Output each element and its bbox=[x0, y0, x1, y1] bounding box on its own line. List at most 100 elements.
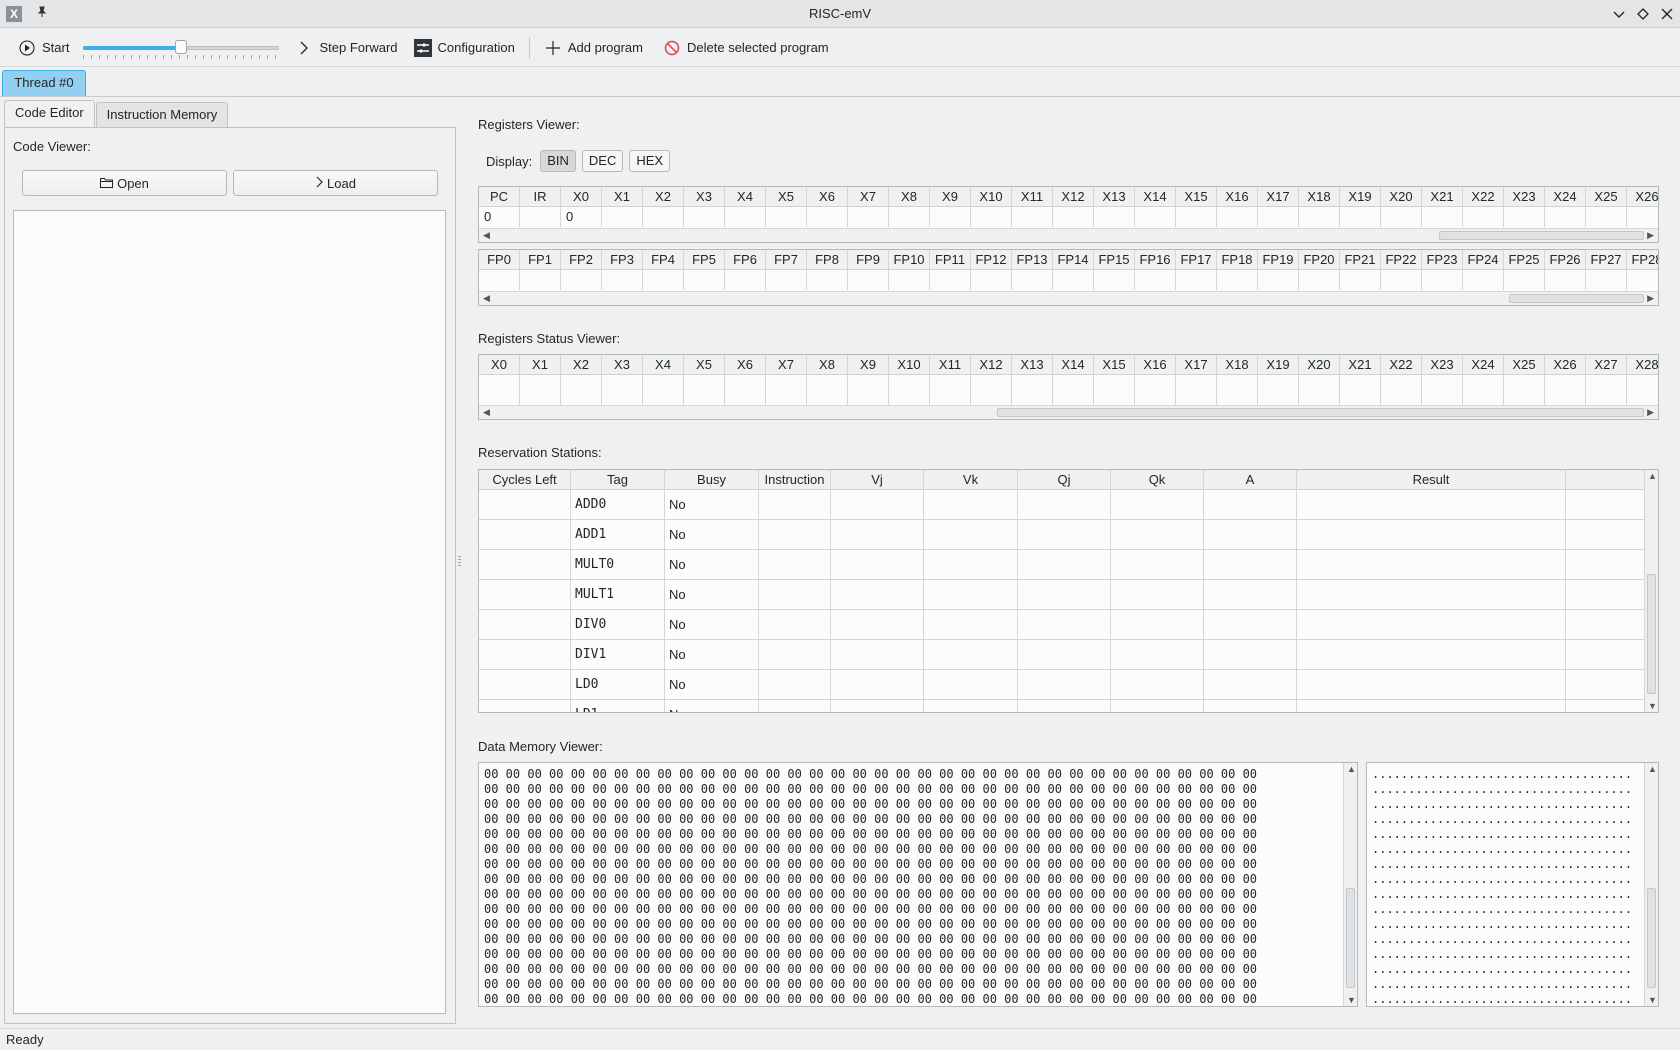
minimize-icon[interactable] bbox=[1612, 7, 1626, 21]
column-header[interactable]: Vk bbox=[924, 470, 1018, 489]
register-value bbox=[684, 375, 725, 405]
maximize-icon[interactable] bbox=[1636, 7, 1650, 21]
column-header[interactable]: Qj bbox=[1018, 470, 1111, 489]
speed-slider[interactable] bbox=[81, 35, 281, 61]
table-cell bbox=[479, 700, 571, 712]
arrow-down-icon[interactable]: ▼ bbox=[1347, 995, 1356, 1005]
register-value bbox=[1094, 375, 1135, 405]
arrow-down-icon[interactable]: ▼ bbox=[1648, 701, 1657, 711]
arrow-left-icon[interactable]: ◀ bbox=[483, 407, 490, 418]
close-icon[interactable] bbox=[1660, 7, 1674, 21]
register-value bbox=[1340, 375, 1381, 405]
scroll-thumb[interactable] bbox=[1647, 888, 1656, 988]
load-button[interactable]: Load bbox=[233, 170, 438, 196]
register-value bbox=[725, 270, 766, 290]
scroll-thumb[interactable] bbox=[1439, 231, 1644, 240]
open-button[interactable]: Open bbox=[22, 170, 227, 196]
vertical-scrollbar[interactable]: ▲ ▼ bbox=[1644, 763, 1658, 1006]
arrow-up-icon[interactable]: ▲ bbox=[1648, 471, 1657, 481]
table-row[interactable]: DIV1 No bbox=[479, 640, 1658, 670]
register-value bbox=[520, 207, 561, 227]
register-value bbox=[889, 375, 930, 405]
register-header: X0 bbox=[561, 187, 602, 207]
vertical-scrollbar[interactable]: ▲ ▼ bbox=[1343, 763, 1357, 1006]
memory-hex-view[interactable]: 00 00 00 00 00 00 00 00 00 00 00 00 00 0… bbox=[478, 762, 1358, 1007]
table-row[interactable]: ADD1 No bbox=[479, 520, 1658, 550]
register-header: X8 bbox=[889, 187, 930, 207]
table-cell bbox=[924, 520, 1018, 549]
arrow-up-icon[interactable]: ▲ bbox=[1347, 764, 1356, 774]
scroll-thumb[interactable] bbox=[1346, 888, 1355, 988]
column-header[interactable]: Instruction bbox=[759, 470, 831, 489]
register-value bbox=[1135, 270, 1176, 290]
arrow-down-icon[interactable]: ▼ bbox=[1648, 995, 1657, 1005]
column-header[interactable]: Qk bbox=[1111, 470, 1204, 489]
column-header[interactable]: Vj bbox=[831, 470, 924, 489]
step-forward-button[interactable]: Step Forward bbox=[287, 33, 405, 63]
horizontal-scrollbar[interactable]: ◀ ▶ bbox=[479, 291, 1658, 305]
configuration-button[interactable]: Configuration bbox=[406, 33, 523, 63]
memory-ascii-view[interactable]: .................................... ...… bbox=[1366, 762, 1659, 1007]
hex-button[interactable]: HEX bbox=[629, 150, 671, 172]
column-header[interactable]: Busy bbox=[665, 470, 759, 489]
table-header: Cycles Left Tag Busy Instruction Vj Vk Qj Qk A Re… bbox=[479, 470, 1658, 490]
table-row bbox=[479, 375, 1658, 405]
scroll-thumb[interactable] bbox=[1509, 294, 1644, 303]
slider-handle[interactable] bbox=[175, 39, 188, 54]
arrow-right-icon[interactable]: ▶ bbox=[1647, 293, 1654, 304]
table-cell bbox=[759, 700, 831, 712]
register-value bbox=[684, 270, 725, 290]
table-row[interactable]: DIV0 No bbox=[479, 610, 1658, 640]
table-cell bbox=[831, 580, 924, 609]
register-header: FP12 bbox=[971, 250, 1012, 270]
register-header: X5 bbox=[766, 187, 807, 207]
table-row[interactable]: MULT0 No bbox=[479, 550, 1658, 580]
bin-button[interactable]: BIN bbox=[540, 150, 576, 172]
horizontal-scrollbar[interactable]: ◀ ▶ bbox=[479, 228, 1658, 242]
tag-cell: DIV0 bbox=[571, 610, 665, 639]
register-value bbox=[1586, 207, 1627, 227]
column-header[interactable]: Result bbox=[1297, 470, 1566, 489]
table-row[interactable]: LD1No bbox=[479, 700, 1658, 712]
arrow-right-icon[interactable]: ▶ bbox=[1647, 230, 1654, 241]
arrow-left-icon[interactable]: ◀ bbox=[483, 230, 490, 241]
column-header[interactable]: Cycles Left bbox=[479, 470, 571, 489]
horizontal-scrollbar[interactable]: ◀ ▶ bbox=[479, 405, 1658, 419]
arrow-right-icon[interactable]: ▶ bbox=[1647, 407, 1654, 418]
add-program-button[interactable]: Add program bbox=[536, 33, 651, 63]
table-row[interactable]: ADD0 No bbox=[479, 490, 1658, 520]
register-value bbox=[561, 375, 602, 405]
tab-thread-0[interactable]: Thread #0 bbox=[2, 70, 86, 96]
busy-cell: No bbox=[665, 700, 759, 712]
delete-program-button[interactable]: Delete selected program bbox=[655, 33, 837, 63]
vertical-scrollbar[interactable]: ▲ ▼ bbox=[1644, 470, 1658, 712]
arrow-left-icon[interactable]: ◀ bbox=[483, 293, 490, 304]
table-cell bbox=[924, 670, 1018, 699]
register-value bbox=[1463, 270, 1504, 290]
start-button[interactable]: Start bbox=[10, 33, 77, 63]
code-text-area[interactable] bbox=[13, 210, 446, 1014]
pin-icon[interactable] bbox=[36, 6, 48, 21]
tab-instruction-memory[interactable]: Instruction Memory bbox=[95, 102, 229, 128]
column-header[interactable]: A bbox=[1204, 470, 1297, 489]
scroll-thumb[interactable] bbox=[1647, 574, 1656, 694]
tag-cell: ADD0 bbox=[571, 490, 665, 519]
splitter-handle[interactable] bbox=[458, 556, 461, 568]
scroll-thumb[interactable] bbox=[997, 408, 1644, 417]
register-header: X21 bbox=[1422, 187, 1463, 207]
column-header[interactable]: Tag bbox=[571, 470, 665, 489]
table-row[interactable]: LD0 No bbox=[479, 670, 1658, 700]
dec-button[interactable]: DEC bbox=[581, 150, 624, 172]
table-cell bbox=[1297, 670, 1566, 699]
register-value bbox=[1176, 375, 1217, 405]
table-cell bbox=[1297, 550, 1566, 579]
register-header: FP21 bbox=[1340, 250, 1381, 270]
register-header: X12 bbox=[1053, 187, 1094, 207]
register-header: X6 bbox=[725, 355, 766, 375]
tag-cell: LD1 bbox=[571, 700, 665, 712]
start-label: Start bbox=[42, 40, 70, 55]
tab-code-editor[interactable]: Code Editor bbox=[4, 100, 95, 128]
register-header: FP1 bbox=[520, 250, 561, 270]
table-row[interactable]: MULT1 No bbox=[479, 580, 1658, 610]
arrow-up-icon[interactable]: ▲ bbox=[1648, 764, 1657, 774]
